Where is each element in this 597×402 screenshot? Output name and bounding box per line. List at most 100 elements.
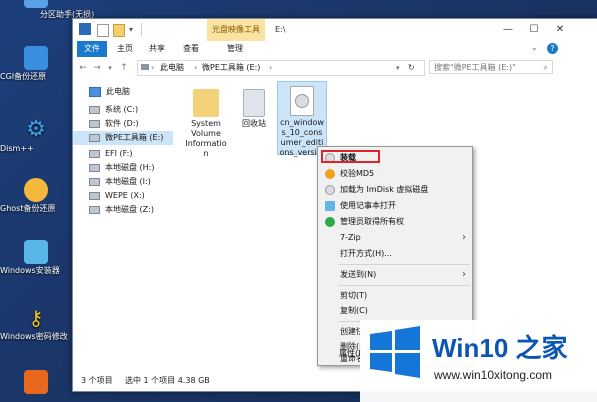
menu-item-imdisk[interactable]: 加载为 ImDisk 虚拟磁盘 <box>318 182 472 198</box>
folder-icon <box>193 89 219 117</box>
menu-item-take-ownership[interactable]: 管理员取得所有权 <box>318 214 472 230</box>
breadcrumb-this-pc[interactable]: 此电脑 <box>160 61 184 75</box>
help-button[interactable]: ? <box>547 43 558 54</box>
new-folder-icon[interactable] <box>113 24 125 37</box>
tab-view[interactable]: 查看 <box>177 41 205 57</box>
menu-item-notepad[interactable]: 使用记事本打开 <box>318 198 472 214</box>
address-bar[interactable]: › 此电脑 › 微PE工具箱 (E:) › ▾ ↻ <box>137 60 425 76</box>
desktop-icon-label: Windows密码修改 <box>0 332 68 341</box>
menu-separator <box>338 264 470 265</box>
tab-share[interactable]: 共享 <box>143 41 171 57</box>
recent-locations-button[interactable]: ▾ <box>104 62 116 74</box>
nav-label: 此电脑 <box>106 87 130 96</box>
computer-icon <box>89 86 101 97</box>
menu-item-send-to[interactable]: 发送到(N) › <box>318 267 472 283</box>
nav-drive-e[interactable]: 微PE工具箱 (E:) <box>73 131 173 145</box>
app-icon <box>24 370 48 394</box>
up-button[interactable]: ↑ <box>118 62 130 74</box>
nav-drive-i[interactable]: 本地磁盘 (I:) <box>89 175 173 189</box>
desktop-icon-dism[interactable]: ⚙ Dism++ <box>0 118 72 154</box>
nav-drive-z[interactable]: 本地磁盘 (Z:) <box>89 203 173 217</box>
desktop-icon-windows-password[interactable]: ⚷ Windows密码修改 <box>0 306 72 342</box>
file-item-system-volume-information[interactable]: System Volume Informatio n <box>183 83 229 159</box>
chevron-down-icon[interactable]: ▾ <box>396 61 400 75</box>
installer-icon <box>24 240 48 264</box>
watermark-title: Win10 之家 <box>432 333 568 363</box>
windows-logo-icon <box>370 326 420 378</box>
close-button[interactable]: ✕ <box>547 19 573 41</box>
menu-item-label: 7-Zip <box>340 233 361 242</box>
menu-item-md5[interactable]: 校验MD5 <box>318 166 472 182</box>
shield-icon <box>325 169 335 179</box>
properties-icon[interactable] <box>97 24 109 37</box>
nav-drive-f[interactable]: EFI (F:) <box>89 147 173 161</box>
nav-label: 本地磁盘 (I:) <box>105 177 151 186</box>
item-count: 3 个项目 <box>81 376 113 385</box>
breadcrumb-drive-e[interactable]: 微PE工具箱 (E:) <box>202 61 260 75</box>
search-input[interactable]: 搜索"微PE工具箱 (E:)" ⌕ <box>429 60 553 74</box>
nav-label: 本地磁盘 (H:) <box>105 163 155 172</box>
nav-drive-h[interactable]: 本地磁盘 (H:) <box>89 161 173 175</box>
maximize-button[interactable]: ☐ <box>521 19 547 41</box>
shield-icon <box>325 217 335 227</box>
disc-icon <box>295 94 309 108</box>
drive-icon <box>89 163 100 172</box>
desktop-icon-cgi-backup[interactable]: CGI备份还原 <box>0 46 72 82</box>
watermark-url: www.win10xitong.com <box>434 368 553 382</box>
path-separator: › <box>269 63 273 72</box>
chevron-right-icon: › <box>462 269 466 280</box>
file-name-line: 回收站 <box>242 119 266 128</box>
file-name-line: Volume <box>191 129 221 138</box>
desktop-icon-windows-installer[interactable]: Windows安装器 <box>0 240 72 276</box>
tab-manage[interactable]: 管理 <box>221 41 249 57</box>
address-bar-row: ← → ▾ ↑ › 此电脑 › 微PE工具箱 (E:) › ▾ ↻ 搜索"微PE… <box>73 57 597 79</box>
file-name-line: s_10_cons <box>281 128 323 137</box>
drive-icon <box>89 119 100 128</box>
recycle-bin-icon <box>243 89 265 117</box>
menu-item-label: 管理员取得所有权 <box>340 217 404 226</box>
refresh-icon[interactable]: ↻ <box>408 61 415 75</box>
gear-icon: ⚙ <box>26 117 46 142</box>
nav-drive-c[interactable]: 系统 (C:) <box>89 103 173 117</box>
desktop-icon-ghost[interactable]: Ghost备份还原 <box>0 178 72 214</box>
back-button[interactable]: ← <box>77 62 89 74</box>
tab-file[interactable]: 文件 <box>77 41 107 57</box>
menu-item-7zip[interactable]: 7-Zip › <box>318 230 472 246</box>
selection-info: 选中 1 个项目 4.38 GB <box>125 376 210 385</box>
disc-image-icon <box>290 86 314 116</box>
path-separator: › <box>151 63 155 72</box>
chevron-down-icon[interactable]: ▾ <box>129 24 139 35</box>
notepad-icon <box>325 201 335 211</box>
navigation-pane: 此电脑 系统 (C:) 软件 (D:) 微PE工具箱 (E:) EFI (F:)… <box>73 79 173 371</box>
minimize-button[interactable]: — <box>495 19 521 41</box>
nav-drive-d[interactable]: 软件 (D:) <box>89 117 173 131</box>
menu-item-label: 剪切(T) <box>340 291 368 300</box>
file-item-windows-iso[interactable]: cn_window s_10_cons umer_editi ons_versi… <box>277 81 327 157</box>
divider <box>141 23 142 37</box>
menu-separator <box>338 285 470 286</box>
nav-this-pc[interactable]: 此电脑 <box>89 85 173 99</box>
nav-label: 微PE工具箱 (E:) <box>105 133 164 142</box>
search-placeholder: 搜索"微PE工具箱 (E:)" <box>434 63 516 72</box>
nav-drive-x[interactable]: WEPE (X:) <box>89 189 173 203</box>
drive-icon <box>89 105 100 114</box>
drive-icon <box>89 205 100 214</box>
forward-button[interactable]: → <box>91 62 103 74</box>
drive-icon <box>141 64 149 70</box>
tab-home[interactable]: 主页 <box>111 41 139 57</box>
menu-item-copy[interactable]: 复制(C) <box>318 303 472 319</box>
desktop-icon-app[interactable] <box>0 370 72 396</box>
ribbon-expand-icon[interactable]: ⌄ <box>531 43 538 52</box>
menu-item-label: 打开方式(H)... <box>340 249 392 258</box>
desktop-icon-label: Ghost备份还原 <box>0 204 56 213</box>
desktop-icon-label: Dism++ <box>0 144 34 153</box>
file-item-recycle-bin[interactable]: 回收站 <box>231 83 277 129</box>
mount-highlight-box <box>321 150 380 163</box>
nav-label: EFI (F:) <box>105 149 133 158</box>
menu-item-open-with[interactable]: 打开方式(H)... <box>318 246 472 262</box>
desktop-icon-label: CGI备份还原 <box>0 72 47 81</box>
desktop-icon-partition-assistant[interactable]: 分区助手(无损) <box>0 0 94 20</box>
nav-label: 本地磁盘 (Z:) <box>105 205 154 214</box>
ribbon-tabs: 文件 主页 共享 查看 管理 ⌄ ? <box>73 41 597 58</box>
menu-item-cut[interactable]: 剪切(T) <box>318 288 472 304</box>
